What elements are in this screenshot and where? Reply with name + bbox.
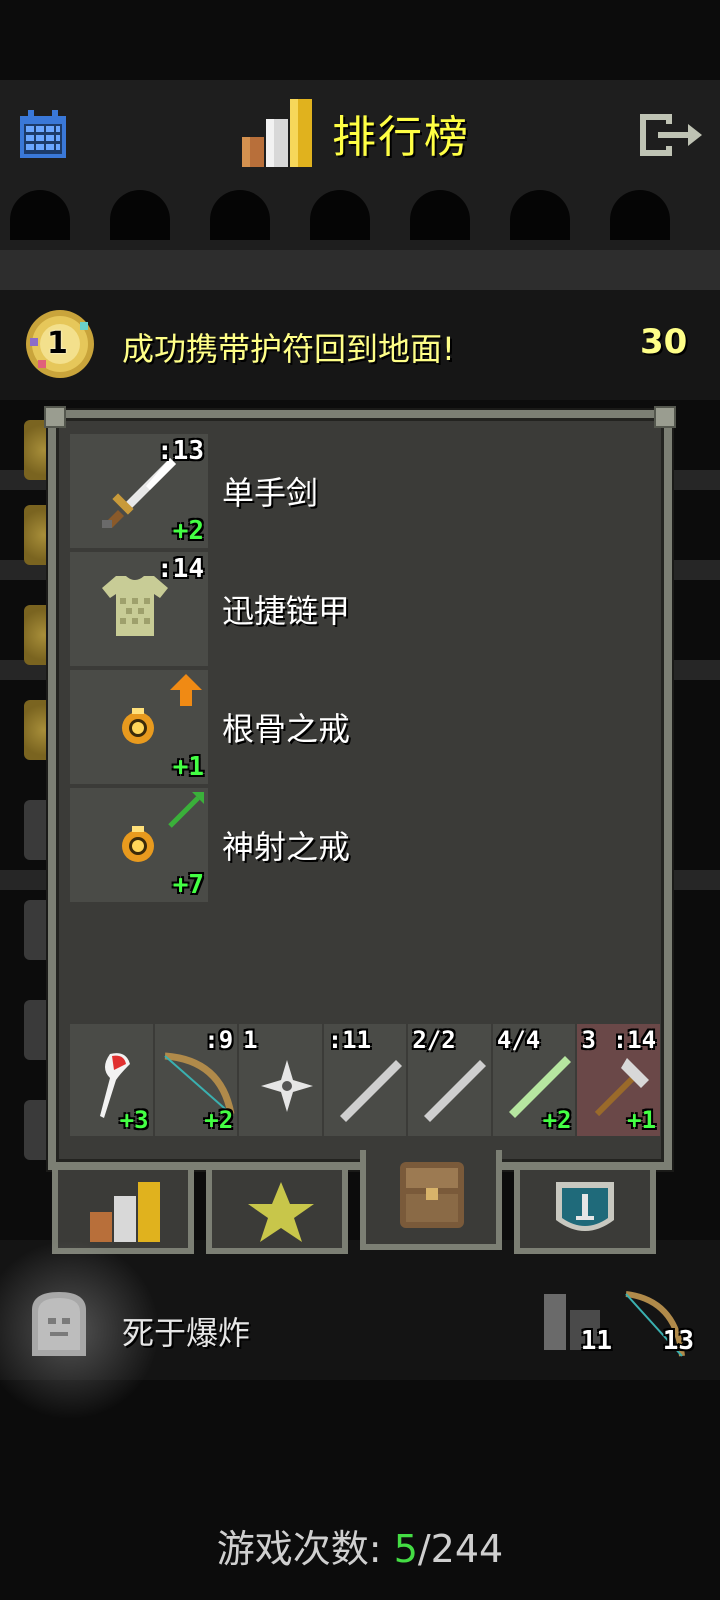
quickslot[interactable]: 1 <box>239 1024 322 1136</box>
equipment-list: :13 +2 单手剑 :14 迅捷链甲 +1 根骨之戒 +7 神射之戒 <box>70 432 660 904</box>
rankings-icon <box>242 99 312 167</box>
games-played-counter: 游戏次数: 5/244 <box>0 1518 720 1573</box>
wand-icon <box>424 1060 487 1122</box>
top-bar: 排行榜 <box>0 90 720 180</box>
rank-description: 成功携带护符回到地面! <box>122 330 455 368</box>
death-description: 死于爆炸 <box>122 1314 251 1352</box>
quickslot[interactable]: +3 <box>70 1024 153 1136</box>
tab-items[interactable] <box>360 1150 502 1250</box>
exit-icon[interactable] <box>636 110 704 160</box>
tab-badges[interactable] <box>206 1164 348 1254</box>
equip-name: 根骨之戒 <box>222 710 351 748</box>
equip-slot[interactable]: :13 +2 <box>70 434 208 548</box>
ranking-entry-death[interactable]: 死于爆炸 11 13 <box>0 1230 720 1430</box>
equip-row-ring-1[interactable]: +1 根骨之戒 <box>70 668 660 786</box>
equip-slot[interactable]: :14 <box>70 552 208 666</box>
games-played-current: 5 <box>393 1527 418 1571</box>
quickslot[interactable]: :11 <box>323 1024 407 1136</box>
shuriken-icon <box>261 1060 314 1112</box>
up-arrow-icon <box>170 674 202 706</box>
equip-slot[interactable]: +1 <box>70 670 208 784</box>
ring-icon <box>122 826 154 862</box>
calendar-icon[interactable] <box>18 110 68 160</box>
wand-icon <box>339 1060 402 1122</box>
bow-item-icon: 13 <box>622 1290 694 1360</box>
sword-shield-icon <box>556 1182 614 1231</box>
equip-row-weapon[interactable]: :13 +2 单手剑 <box>70 432 660 550</box>
equip-row-armor[interactable]: :14 迅捷链甲 <box>70 550 660 668</box>
tombstone-icon <box>28 1290 90 1358</box>
sword-icon <box>102 458 176 528</box>
quickslot-cursed[interactable]: 3 :14 +1 <box>577 1024 661 1136</box>
ranking-entry[interactable]: 1 成功携带护符回到地面! 30 <box>0 300 720 390</box>
title-label: 排行榜 <box>332 112 470 163</box>
equip-slot[interactable]: +7 <box>70 788 208 902</box>
arrow-icon <box>168 792 204 828</box>
armor-item-icon: 11 <box>540 1290 612 1360</box>
equip-name: 单手剑 <box>222 474 319 512</box>
quickslot[interactable]: 2/2 <box>408 1024 491 1136</box>
quickslot[interactable]: 4/4 +2 <box>492 1024 576 1136</box>
page-title: 排行榜 <box>240 98 470 168</box>
games-played-total: /244 <box>417 1527 504 1571</box>
equip-name: 神射之戒 <box>222 828 351 866</box>
quickslot[interactable]: :9 +2 <box>154 1024 238 1136</box>
games-played-label: 游戏次数: <box>216 1527 382 1571</box>
star-icon <box>248 1182 314 1242</box>
tab-stats[interactable] <box>514 1164 656 1254</box>
items-window: :13 +2 单手剑 :14 迅捷链甲 +1 根骨之戒 +7 神射之戒 +3:… <box>44 406 676 1170</box>
rank-number: 1 <box>47 326 68 361</box>
quickslot-bar: +3 :9 +2 1 :11 2/2 4/4 +2 3:14 +1 <box>70 1024 661 1136</box>
equip-name: 迅捷链甲 <box>222 592 351 630</box>
rank-score: 30 <box>640 322 688 362</box>
ring-icon <box>122 708 154 744</box>
backpack-icon <box>400 1162 464 1228</box>
equip-row-ring-2[interactable]: +7 神射之戒 <box>70 786 660 904</box>
